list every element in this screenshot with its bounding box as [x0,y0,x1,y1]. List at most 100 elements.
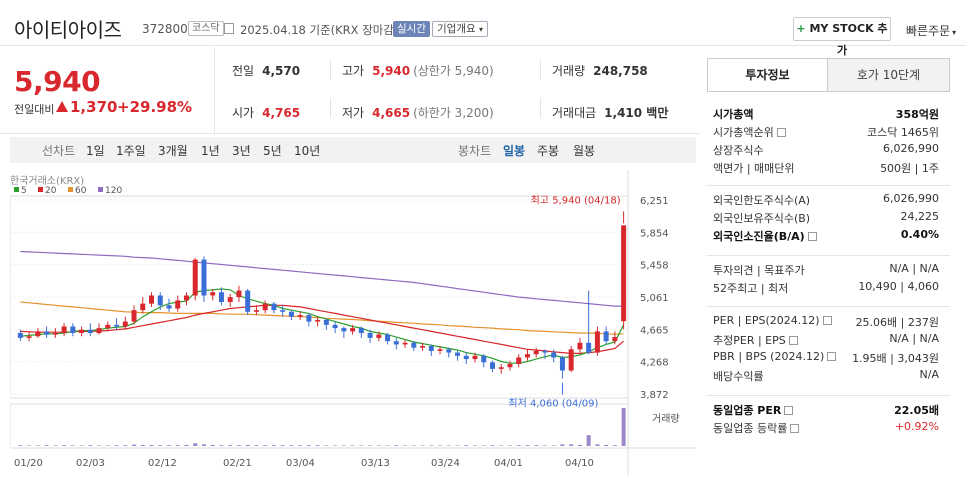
volume-bar [621,408,626,446]
volume-bar [438,445,443,446]
info-row: 투자의견 | 목표주가 N/A | N/A [713,262,939,280]
candle-body [218,292,224,303]
caret-down-icon: ▾ [952,28,957,37]
period-1w[interactable]: 1주일 [116,142,146,159]
info-label[interactable]: PBR | BPS (2024.12) [713,350,837,363]
caret-down-icon: ▾ [478,25,483,34]
candle-body [350,328,356,332]
period-5y[interactable]: 5년 [263,142,282,159]
candle-body [437,349,443,351]
trade-amount: 거래대금 1,410 백만 [552,104,668,121]
candle-body [227,297,233,303]
low-price: 저가 4,665 (하한가 3,200) [342,104,494,121]
tab-hoga[interactable]: 호가 10단계 [827,59,949,91]
open-price: 시가 4,765 [232,104,300,121]
help-icon[interactable] [784,406,794,415]
market-badge: 코스닥 [188,21,224,36]
candlestick-chart[interactable]: 6,2515,8545,4585,0614,6654,2683,872한국거래소… [10,170,696,475]
volume-bar [368,445,373,446]
candle-body [175,300,181,309]
volume-bar [167,445,171,446]
candle-body [210,292,216,296]
candle-weekly[interactable]: 주봉 [537,142,559,159]
period-3m[interactable]: 3개월 [158,142,188,159]
info-value: 500원 | 1주 [880,162,939,175]
candle-body [542,350,548,353]
candle-daily[interactable]: 일봉 [503,142,525,159]
mystock-label: MY STOCK 추가 [809,22,888,57]
volume-bar [560,444,565,446]
divider [707,395,950,396]
candle-body [621,225,627,322]
volume-bar [446,445,451,446]
candle-body [245,290,251,312]
volume-bar [315,445,320,446]
high-label: 고가 [342,64,365,78]
y-tick-label: 3,872 [640,390,669,401]
right-tabs: 투자정보 호가 10단계 [707,58,950,92]
corp-overview-dropdown[interactable]: 기업개요 ▾ [432,21,488,37]
candle-monthly[interactable]: 월봉 [573,142,595,159]
tab-invest-info[interactable]: 투자정보 [708,59,827,91]
candle-body [183,295,189,301]
volume-bar [228,445,233,446]
info-label: 투자의견 | 목표주가 [713,262,805,278]
info-label-text: PBR | BPS (2024.12) [713,350,825,363]
volume-bar [516,445,521,446]
y-tick-label: 4,268 [640,358,669,369]
info-row: PER | EPS(2024.12) 25.06배 | 237원 [713,314,939,332]
volume: 거래량 248,758 [552,62,648,79]
info-label[interactable]: 동일업종 PER [713,402,794,418]
info-label[interactable]: 동일업종 등락률 [713,420,800,436]
help-icon[interactable] [788,336,798,345]
candle-body [463,355,469,360]
help-icon[interactable] [807,232,817,241]
candle-body [26,336,32,338]
candle-body [192,259,198,296]
candle-body [472,355,478,360]
period-1d[interactable]: 1일 [86,142,105,159]
volume-bar [210,444,215,446]
volume-bar [604,444,609,446]
info-row: PBR | BPS (2024.12) 1.95배 | 3,043원 [713,350,939,368]
period-10y[interactable]: 10년 [294,142,320,159]
stock-name: 아이티아이즈 [14,18,122,42]
candle-body [236,290,242,298]
volume-frame [10,403,629,449]
period-3y[interactable]: 3년 [232,142,251,159]
high-annotation: 최고 5,940 (04/18) [531,194,621,206]
info-label-text: 상장주식수 [713,144,764,157]
help-icon[interactable] [776,128,786,137]
volume-bar [525,445,530,446]
info-label: 52주최고 | 최저 [713,280,788,296]
divider [540,60,541,80]
volume-bar [569,444,574,446]
x-tick-label: 03/04 [286,458,315,469]
volume-label: 거래량 [552,64,586,78]
volume-bar [507,445,512,446]
mystock-add-button[interactable]: + MY STOCK 추가 [793,17,891,57]
volume-bar [62,445,67,446]
help-icon[interactable] [827,352,837,361]
info-value: N/A | N/A [889,262,939,275]
candle-body [551,352,557,358]
candle-body [393,341,399,345]
candle-body [603,331,609,342]
x-tick-label: 03/13 [361,458,390,469]
y-tick-label: 5,061 [640,293,669,304]
quick-order-button[interactable]: 빠른주문 ▾ [906,22,956,39]
line-chart-label: 선차트 [42,144,76,158]
volume-bar [298,445,303,446]
help-icon[interactable] [822,316,832,325]
info-label: 외국인보유주식수(B) [713,210,810,226]
info-label: 상장주식수 [713,142,764,158]
info-label[interactable]: 외국인소진율(B/A) [713,228,817,244]
info-label[interactable]: PER | EPS(2024.12) [713,314,832,327]
x-tick-label: 02/03 [76,458,105,469]
info-label[interactable]: 시가총액순위 [713,124,786,140]
period-1y[interactable]: 1년 [201,142,220,159]
info-label[interactable]: 추정PER | EPS [713,332,798,348]
x-tick-label: 04/10 [565,458,594,469]
realtime-button[interactable]: 실시간 [393,21,430,37]
help-icon[interactable] [790,424,800,433]
